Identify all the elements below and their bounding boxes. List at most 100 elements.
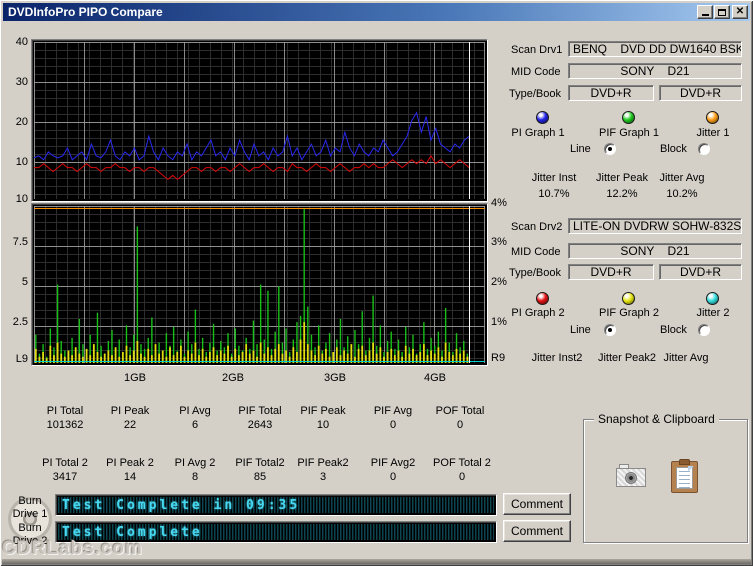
pif-total2-value: 85 (253, 471, 267, 483)
type-book1-label: Type/Book (509, 88, 561, 100)
jitter-avg-label: Jitter Avg (659, 172, 705, 184)
block2-radio[interactable] (698, 324, 710, 336)
pif-peak-label: PIF Peak (300, 405, 346, 417)
close-icon: ✕ (735, 6, 745, 17)
burn-drive2-label-line1: Burn (18, 522, 42, 534)
scan-drv1-label: Scan Drv1 (511, 44, 563, 56)
pif-graph1-label: PIF Graph 1 (599, 127, 659, 139)
minimize-button[interactable] (697, 5, 713, 19)
line2-radio[interactable] (604, 324, 616, 336)
pi-total2-value: 3417 (52, 471, 78, 483)
jitter-inst-label: Jitter Inst (531, 172, 577, 184)
xtick-4gb: 4GB (423, 372, 446, 384)
corner-label-right: R9 (491, 352, 506, 364)
pif-graph2-label: PIF Graph 2 (599, 307, 659, 319)
comment2-button[interactable]: Comment (503, 520, 571, 542)
snapshot-clipboard-group: Snapshot & Clipboard (583, 412, 748, 543)
pif-chart-body (34, 206, 485, 363)
jitter2-led (706, 292, 719, 305)
type-book2-label: Type/Book (509, 267, 561, 279)
type-book2-field-b: DVD+R (659, 264, 742, 280)
xtick-3gb: 3GB (323, 372, 346, 384)
line1-label: Line (570, 143, 591, 155)
scan-cursor-bottom (469, 206, 471, 363)
pi-peak2-value: 14 (123, 471, 137, 483)
pif-total2-label: PIF Total2 (235, 457, 285, 469)
pi-ytick-10: 10 (15, 156, 28, 168)
jitter2-line (34, 361, 485, 362)
minimize-icon (701, 14, 709, 16)
pi-avg-value: 6 (191, 419, 199, 431)
dvdinfopro-pipo-compare-window: DVDInfoPro PIPO Compare ✕ 40 30 20 10 10… (0, 0, 753, 566)
jitter1-led (706, 111, 719, 124)
scan-drv1-field: BENQ DVD DD DW1640 BSKB (568, 41, 742, 57)
close-button[interactable]: ✕ (732, 5, 748, 19)
pof-total2-value: 0 (458, 471, 466, 483)
comment1-button[interactable]: Comment (503, 493, 571, 515)
window-bottom-edge (2, 559, 751, 564)
jitter2-label: Jitter 2 (696, 307, 730, 319)
jitter-peak-value: 12.2% (606, 188, 638, 200)
jitter-peak-label: Jitter Peak (596, 172, 648, 184)
pi-ytick-40: 40 (15, 36, 28, 48)
pif-ytick-2-5: 2.5 (12, 316, 28, 328)
xtick-2gb: 2GB (221, 372, 244, 384)
jitter-peak2-label: Jitter Peak2 (597, 352, 657, 364)
pif-chart (31, 203, 488, 366)
titlebar[interactable]: DVDInfoPro PIPO Compare ✕ (3, 3, 750, 21)
clipboard-button[interactable] (671, 459, 698, 493)
jitter1-label: Jitter 1 (696, 127, 730, 139)
pi-avg2-label: PI Avg 2 (174, 457, 216, 469)
pi-total2-label: PI Total 2 (42, 457, 88, 469)
pif-avg2-value: 0 (389, 471, 397, 483)
window-title: DVDInfoPro PIPO Compare (8, 5, 163, 19)
pi-graph1-label: PI Graph 1 (511, 127, 565, 139)
pif-avg2-label: PIF Avg2 (370, 457, 416, 469)
pif-ytick-7-5: 7.5 (12, 236, 28, 248)
pif-graph2-led (622, 292, 635, 305)
maximize-button[interactable] (714, 5, 730, 19)
pif-total-value: 2643 (247, 419, 273, 431)
maximize-icon (718, 9, 726, 16)
burn-drive1-lcd-text: Test Complete in 09:35 (62, 497, 301, 513)
pi-total-label: PI Total (46, 405, 84, 417)
block1-radio[interactable] (698, 143, 710, 155)
pi-total-value: 101362 (46, 419, 84, 431)
pif-ytick-10: 10 (15, 193, 28, 205)
pi-ytick-20: 20 (15, 116, 28, 128)
type-book1-field-a: DVD+R (568, 85, 654, 101)
pi-peak2-label: PI Peak 2 (106, 457, 154, 469)
pif-peak2-value: 3 (319, 471, 327, 483)
pif-total-label: PIF Total (238, 405, 282, 417)
line2-label: Line (570, 324, 591, 336)
pi-avg2-value: 8 (191, 471, 199, 483)
type-book1-field-b: DVD+R (659, 85, 742, 101)
pi-graph2-label: PI Graph 2 (511, 307, 565, 319)
pi-chart-plot (34, 42, 469, 199)
pi-graph2-led (536, 292, 549, 305)
pof-total-label: POF Total (435, 405, 485, 417)
jitter-avg2-label: Jitter Avg (663, 352, 709, 364)
burn-drive1-lcd: Test Complete in 09:35 (55, 494, 497, 516)
pif-graph1-led (622, 111, 635, 124)
mid-code2-label: MID Code (511, 246, 561, 258)
xtick-1gb: 1GB (123, 372, 146, 384)
mid-code1-field: SONY D21 (568, 63, 742, 79)
pi-graph1-led (536, 111, 549, 124)
corner-label-left: L9 (15, 353, 28, 365)
pi-peak-label: PI Peak (110, 405, 150, 417)
pi-chart-body (34, 42, 485, 199)
pof-total-value: 0 (456, 419, 464, 431)
pif-ytick-5: 5 (21, 276, 28, 288)
burn-drive1-label-line1: Burn (18, 495, 42, 507)
scan-drv2-label: Scan Drv2 (511, 221, 563, 233)
pif-peak-value: 10 (316, 419, 330, 431)
snapshot-camera-button[interactable] (616, 464, 646, 487)
pif-ytick-4pct: 4% (491, 197, 507, 209)
line1-radio[interactable] (604, 143, 616, 155)
scan-drv2-field: LITE-ON DVDRW SOHW-832S VSI (568, 218, 742, 234)
pif-avg-label: PIF Avg (373, 405, 413, 417)
pi-peak-value: 22 (123, 419, 137, 431)
block2-label: Block (660, 324, 687, 336)
jitter1-line (34, 208, 485, 209)
